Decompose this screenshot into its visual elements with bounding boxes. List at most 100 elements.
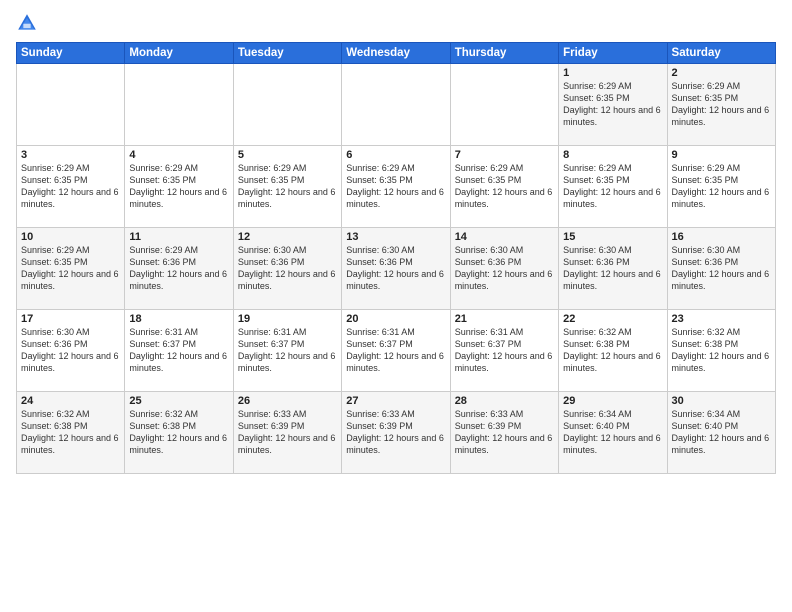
calendar-cell: 6Sunrise: 6:29 AM Sunset: 6:35 PM Daylig…: [342, 146, 450, 228]
day-info: Sunrise: 6:30 AM Sunset: 6:36 PM Dayligh…: [455, 244, 554, 293]
weekday-header-sunday: Sunday: [17, 43, 125, 64]
day-info: Sunrise: 6:30 AM Sunset: 6:36 PM Dayligh…: [346, 244, 445, 293]
calendar-cell: 16Sunrise: 6:30 AM Sunset: 6:36 PM Dayli…: [667, 228, 775, 310]
calendar-cell: 25Sunrise: 6:32 AM Sunset: 6:38 PM Dayli…: [125, 392, 233, 474]
calendar-cell: [342, 64, 450, 146]
day-number: 2: [672, 67, 771, 79]
calendar-week-4: 17Sunrise: 6:30 AM Sunset: 6:36 PM Dayli…: [17, 310, 776, 392]
day-info: Sunrise: 6:33 AM Sunset: 6:39 PM Dayligh…: [238, 408, 337, 457]
day-number: 11: [129, 231, 228, 243]
calendar-cell: 22Sunrise: 6:32 AM Sunset: 6:38 PM Dayli…: [559, 310, 667, 392]
day-info: Sunrise: 6:29 AM Sunset: 6:35 PM Dayligh…: [455, 162, 554, 211]
day-number: 1: [563, 67, 662, 79]
day-number: 18: [129, 313, 228, 325]
day-info: Sunrise: 6:29 AM Sunset: 6:36 PM Dayligh…: [129, 244, 228, 293]
day-info: Sunrise: 6:31 AM Sunset: 6:37 PM Dayligh…: [238, 326, 337, 375]
calendar-cell: 23Sunrise: 6:32 AM Sunset: 6:38 PM Dayli…: [667, 310, 775, 392]
day-info: Sunrise: 6:30 AM Sunset: 6:36 PM Dayligh…: [672, 244, 771, 293]
day-number: 16: [672, 231, 771, 243]
day-info: Sunrise: 6:30 AM Sunset: 6:36 PM Dayligh…: [563, 244, 662, 293]
calendar-cell: [233, 64, 341, 146]
calendar-cell: 9Sunrise: 6:29 AM Sunset: 6:35 PM Daylig…: [667, 146, 775, 228]
day-info: Sunrise: 6:32 AM Sunset: 6:38 PM Dayligh…: [563, 326, 662, 375]
calendar-cell: 24Sunrise: 6:32 AM Sunset: 6:38 PM Dayli…: [17, 392, 125, 474]
calendar-cell: 15Sunrise: 6:30 AM Sunset: 6:36 PM Dayli…: [559, 228, 667, 310]
day-number: 7: [455, 149, 554, 161]
day-info: Sunrise: 6:29 AM Sunset: 6:35 PM Dayligh…: [563, 80, 662, 129]
calendar-cell: 27Sunrise: 6:33 AM Sunset: 6:39 PM Dayli…: [342, 392, 450, 474]
day-info: Sunrise: 6:33 AM Sunset: 6:39 PM Dayligh…: [346, 408, 445, 457]
day-info: Sunrise: 6:31 AM Sunset: 6:37 PM Dayligh…: [129, 326, 228, 375]
day-info: Sunrise: 6:30 AM Sunset: 6:36 PM Dayligh…: [21, 326, 120, 375]
day-number: 28: [455, 395, 554, 407]
header: [16, 12, 776, 34]
day-info: Sunrise: 6:30 AM Sunset: 6:36 PM Dayligh…: [238, 244, 337, 293]
calendar-cell: 11Sunrise: 6:29 AM Sunset: 6:36 PM Dayli…: [125, 228, 233, 310]
weekday-header-friday: Friday: [559, 43, 667, 64]
day-info: Sunrise: 6:33 AM Sunset: 6:39 PM Dayligh…: [455, 408, 554, 457]
calendar-week-3: 10Sunrise: 6:29 AM Sunset: 6:35 PM Dayli…: [17, 228, 776, 310]
calendar-cell: 28Sunrise: 6:33 AM Sunset: 6:39 PM Dayli…: [450, 392, 558, 474]
calendar-cell: 20Sunrise: 6:31 AM Sunset: 6:37 PM Dayli…: [342, 310, 450, 392]
day-number: 12: [238, 231, 337, 243]
calendar-cell: 30Sunrise: 6:34 AM Sunset: 6:40 PM Dayli…: [667, 392, 775, 474]
calendar-cell: 14Sunrise: 6:30 AM Sunset: 6:36 PM Dayli…: [450, 228, 558, 310]
day-number: 5: [238, 149, 337, 161]
day-info: Sunrise: 6:32 AM Sunset: 6:38 PM Dayligh…: [21, 408, 120, 457]
calendar-week-2: 3Sunrise: 6:29 AM Sunset: 6:35 PM Daylig…: [17, 146, 776, 228]
calendar-cell: 19Sunrise: 6:31 AM Sunset: 6:37 PM Dayli…: [233, 310, 341, 392]
day-info: Sunrise: 6:34 AM Sunset: 6:40 PM Dayligh…: [672, 408, 771, 457]
calendar-cell: 29Sunrise: 6:34 AM Sunset: 6:40 PM Dayli…: [559, 392, 667, 474]
weekday-header-tuesday: Tuesday: [233, 43, 341, 64]
day-number: 17: [21, 313, 120, 325]
day-number: 24: [21, 395, 120, 407]
day-number: 15: [563, 231, 662, 243]
day-number: 9: [672, 149, 771, 161]
day-info: Sunrise: 6:29 AM Sunset: 6:35 PM Dayligh…: [563, 162, 662, 211]
calendar-week-5: 24Sunrise: 6:32 AM Sunset: 6:38 PM Dayli…: [17, 392, 776, 474]
day-info: Sunrise: 6:29 AM Sunset: 6:35 PM Dayligh…: [21, 162, 120, 211]
calendar-cell: 4Sunrise: 6:29 AM Sunset: 6:35 PM Daylig…: [125, 146, 233, 228]
calendar-cell: 18Sunrise: 6:31 AM Sunset: 6:37 PM Dayli…: [125, 310, 233, 392]
day-info: Sunrise: 6:32 AM Sunset: 6:38 PM Dayligh…: [672, 326, 771, 375]
day-number: 30: [672, 395, 771, 407]
calendar-cell: [125, 64, 233, 146]
logo-icon: [16, 12, 38, 34]
calendar-cell: 8Sunrise: 6:29 AM Sunset: 6:35 PM Daylig…: [559, 146, 667, 228]
calendar-week-1: 1Sunrise: 6:29 AM Sunset: 6:35 PM Daylig…: [17, 64, 776, 146]
calendar-cell: 7Sunrise: 6:29 AM Sunset: 6:35 PM Daylig…: [450, 146, 558, 228]
day-number: 8: [563, 149, 662, 161]
calendar-cell: 1Sunrise: 6:29 AM Sunset: 6:35 PM Daylig…: [559, 64, 667, 146]
calendar-cell: 13Sunrise: 6:30 AM Sunset: 6:36 PM Dayli…: [342, 228, 450, 310]
day-number: 13: [346, 231, 445, 243]
calendar-cell: 26Sunrise: 6:33 AM Sunset: 6:39 PM Dayli…: [233, 392, 341, 474]
day-number: 19: [238, 313, 337, 325]
calendar-cell: 12Sunrise: 6:30 AM Sunset: 6:36 PM Dayli…: [233, 228, 341, 310]
day-number: 6: [346, 149, 445, 161]
day-info: Sunrise: 6:29 AM Sunset: 6:35 PM Dayligh…: [129, 162, 228, 211]
day-info: Sunrise: 6:29 AM Sunset: 6:35 PM Dayligh…: [21, 244, 120, 293]
calendar-cell: 3Sunrise: 6:29 AM Sunset: 6:35 PM Daylig…: [17, 146, 125, 228]
day-number: 29: [563, 395, 662, 407]
page-container: SundayMondayTuesdayWednesdayThursdayFrid…: [0, 0, 792, 482]
calendar-cell: [450, 64, 558, 146]
weekday-header-row: SundayMondayTuesdayWednesdayThursdayFrid…: [17, 43, 776, 64]
day-number: 20: [346, 313, 445, 325]
calendar-cell: 10Sunrise: 6:29 AM Sunset: 6:35 PM Dayli…: [17, 228, 125, 310]
weekday-header-thursday: Thursday: [450, 43, 558, 64]
day-number: 22: [563, 313, 662, 325]
day-number: 4: [129, 149, 228, 161]
calendar-table: SundayMondayTuesdayWednesdayThursdayFrid…: [16, 42, 776, 474]
calendar-cell: [17, 64, 125, 146]
day-number: 10: [21, 231, 120, 243]
logo: [16, 12, 42, 34]
day-number: 25: [129, 395, 228, 407]
weekday-header-monday: Monday: [125, 43, 233, 64]
day-info: Sunrise: 6:34 AM Sunset: 6:40 PM Dayligh…: [563, 408, 662, 457]
day-info: Sunrise: 6:29 AM Sunset: 6:35 PM Dayligh…: [238, 162, 337, 211]
weekday-header-wednesday: Wednesday: [342, 43, 450, 64]
calendar-cell: 2Sunrise: 6:29 AM Sunset: 6:35 PM Daylig…: [667, 64, 775, 146]
day-info: Sunrise: 6:31 AM Sunset: 6:37 PM Dayligh…: [455, 326, 554, 375]
day-number: 3: [21, 149, 120, 161]
day-number: 23: [672, 313, 771, 325]
